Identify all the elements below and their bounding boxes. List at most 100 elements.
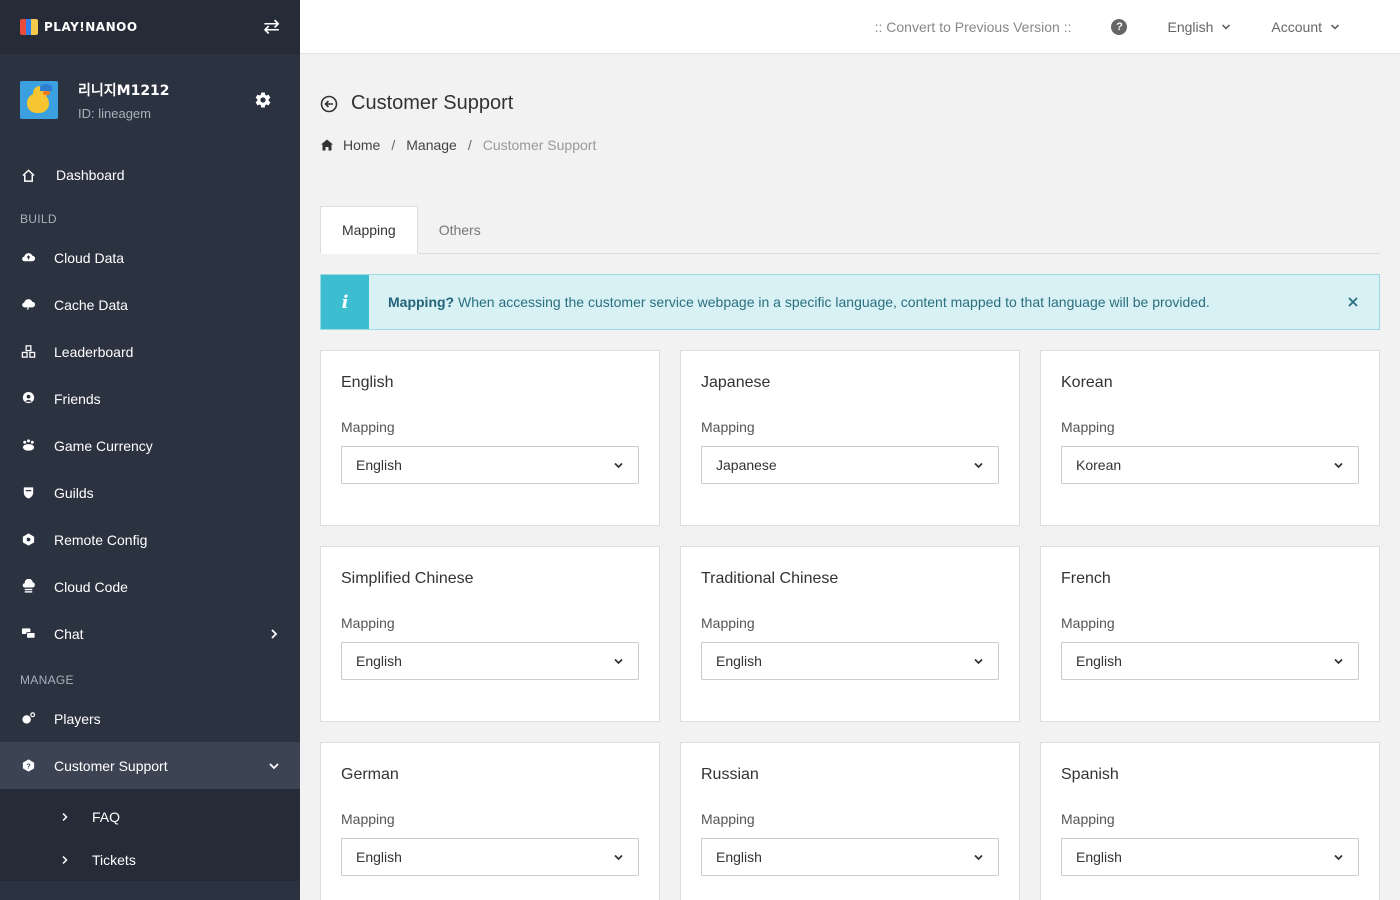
info-alert: i Mapping? When accessing the customer s…	[320, 274, 1380, 330]
sidebar-item-label: Cloud Code	[54, 578, 128, 595]
chevron-down-icon	[269, 762, 279, 769]
mapping-select[interactable]: Korean	[1061, 446, 1359, 484]
alert-title: Mapping?	[388, 294, 455, 310]
chevron-down-icon	[974, 462, 983, 468]
sidebar-subitem-faq[interactable]: FAQ	[0, 795, 300, 838]
alert-message: Mapping? When accessing the customer ser…	[388, 294, 1210, 310]
select-value: English	[716, 653, 762, 669]
cloud-bolt-icon	[20, 297, 36, 313]
mapping-select[interactable]: English	[341, 838, 639, 876]
card-mapping-label: Mapping	[701, 419, 755, 435]
cloud-upload-icon	[20, 250, 36, 266]
sidebar-item-chat[interactable]: Chat	[0, 610, 300, 657]
tab-mapping[interactable]: Mapping	[320, 206, 418, 254]
select-value: English	[716, 849, 762, 865]
close-icon[interactable]	[1347, 296, 1359, 308]
sidebar-item-game-currency[interactable]: Game Currency	[0, 422, 300, 469]
top-bar: :: Convert to Previous Version :: ? Engl…	[300, 0, 1400, 54]
chevron-down-icon	[974, 658, 983, 664]
chevron-down-icon	[1222, 23, 1231, 30]
mapping-card-simplified-chinese: Simplified Chinese Mapping English	[320, 546, 660, 722]
sidebar-item-cloud-code[interactable]: Cloud Code	[0, 563, 300, 610]
sidebar-item-label: Dashboard	[56, 167, 125, 183]
help-icon[interactable]: ?	[1111, 18, 1128, 35]
mapping-select[interactable]: English	[701, 642, 999, 680]
language-label: English	[1167, 18, 1214, 35]
sidebar-item-label: Remote Config	[54, 531, 148, 548]
cloud-server-icon	[20, 579, 36, 595]
breadcrumb-manage[interactable]: Manage	[406, 137, 457, 153]
chevron-right-icon	[62, 812, 68, 821]
tab-bar: Mapping Others	[320, 206, 1380, 254]
home-outline-icon	[20, 167, 36, 183]
sidebar-item-label: Cloud Data	[54, 249, 125, 266]
sidebar-item-label: Chat	[54, 625, 84, 642]
profile-block: 리니지M1212 ID: lineagem	[0, 54, 300, 146]
mapping-card-russian: Russian Mapping English	[680, 742, 1020, 900]
breadcrumb-separator: /	[467, 137, 472, 153]
mapping-card-spanish: Spanish Mapping English	[1040, 742, 1380, 900]
tab-others[interactable]: Others	[418, 206, 502, 253]
mapping-select[interactable]: English	[1061, 642, 1359, 680]
mapping-select[interactable]: English	[1061, 838, 1359, 876]
sidebar-item-cloud-data[interactable]: Cloud Data	[0, 234, 300, 281]
mapping-select[interactable]: English	[341, 642, 639, 680]
brand-logo[interactable]: PLAY!NANOO	[20, 19, 138, 35]
logo-text: PLAY!NANOO	[44, 20, 138, 34]
convert-previous-version-link[interactable]: :: Convert to Previous Version ::	[875, 19, 1072, 35]
card-mapping-label: Mapping	[1061, 419, 1115, 435]
select-value: English	[356, 653, 402, 669]
account-dropdown[interactable]: Account	[1271, 19, 1340, 35]
sidebar-subitem-label: Tickets	[92, 851, 136, 868]
card-mapping-label: Mapping	[341, 615, 395, 631]
customer-support-submenu: FAQ Tickets	[0, 789, 300, 881]
page-header: Customer Support	[320, 92, 1380, 115]
chevron-down-icon	[1334, 462, 1343, 468]
chevron-right-icon	[271, 628, 278, 639]
sidebar-item-guilds[interactable]: Guilds	[0, 469, 300, 516]
cube-icon	[20, 532, 36, 548]
card-title: Russian	[701, 766, 759, 783]
sidebar-item-friends[interactable]: Friends	[0, 375, 300, 422]
chevron-down-icon	[974, 854, 983, 860]
sidebar-subitem-tickets[interactable]: Tickets	[0, 838, 300, 881]
sidebar-item-customer-support[interactable]: ? Customer Support	[0, 742, 300, 789]
select-value: Korean	[1076, 457, 1122, 473]
profile-id: ID: lineagem	[78, 105, 151, 121]
sidebar-item-leaderboard[interactable]: Leaderboard	[0, 328, 300, 375]
card-mapping-label: Mapping	[341, 811, 395, 827]
sidebar-item-dashboard[interactable]: Dashboard	[0, 146, 300, 204]
select-value: English	[356, 849, 402, 865]
sidebar-item-label: Players	[54, 710, 101, 727]
language-dropdown[interactable]: English	[1167, 19, 1231, 35]
coins-icon	[20, 438, 36, 454]
sidebar-item-cache-data[interactable]: Cache Data	[0, 281, 300, 328]
card-mapping-label: Mapping	[1061, 615, 1115, 631]
chevron-right-icon	[62, 855, 68, 864]
chevron-down-icon	[614, 658, 623, 664]
breadcrumb-current: Customer Support	[482, 137, 597, 153]
account-label: Account	[1271, 18, 1322, 35]
mapping-select[interactable]: Japanese	[701, 446, 999, 484]
home-icon	[321, 139, 333, 151]
sidebar-item-label: Friends	[54, 390, 101, 407]
card-title: Korean	[1061, 374, 1113, 391]
mapping-select[interactable]: English	[701, 838, 999, 876]
mapping-card-japanese: Japanese Mapping Japanese	[680, 350, 1020, 526]
mapping-card-german: German Mapping English	[320, 742, 660, 900]
card-mapping-label: Mapping	[701, 811, 755, 827]
sidebar-item-players[interactable]: Players	[0, 695, 300, 742]
sidebar: PLAY!NANOO ⇄ 리니지M1212 ID: lineagem Dashb…	[0, 0, 300, 900]
sidebar-item-label: Cache Data	[54, 296, 128, 313]
sidebar-item-label: Guilds	[54, 484, 94, 501]
chevron-down-icon	[1334, 658, 1343, 664]
mapping-select[interactable]: English	[341, 446, 639, 484]
section-build: BUILD	[20, 212, 57, 226]
switch-project-icon[interactable]: ⇄	[263, 17, 280, 37]
info-icon: i	[321, 275, 369, 329]
settings-gear-icon[interactable]	[254, 91, 272, 109]
sidebar-item-remote-config[interactable]: Remote Config	[0, 516, 300, 563]
friends-icon	[20, 391, 36, 407]
breadcrumb-home[interactable]: Home	[343, 137, 380, 153]
back-arrow-icon[interactable]	[320, 95, 338, 113]
